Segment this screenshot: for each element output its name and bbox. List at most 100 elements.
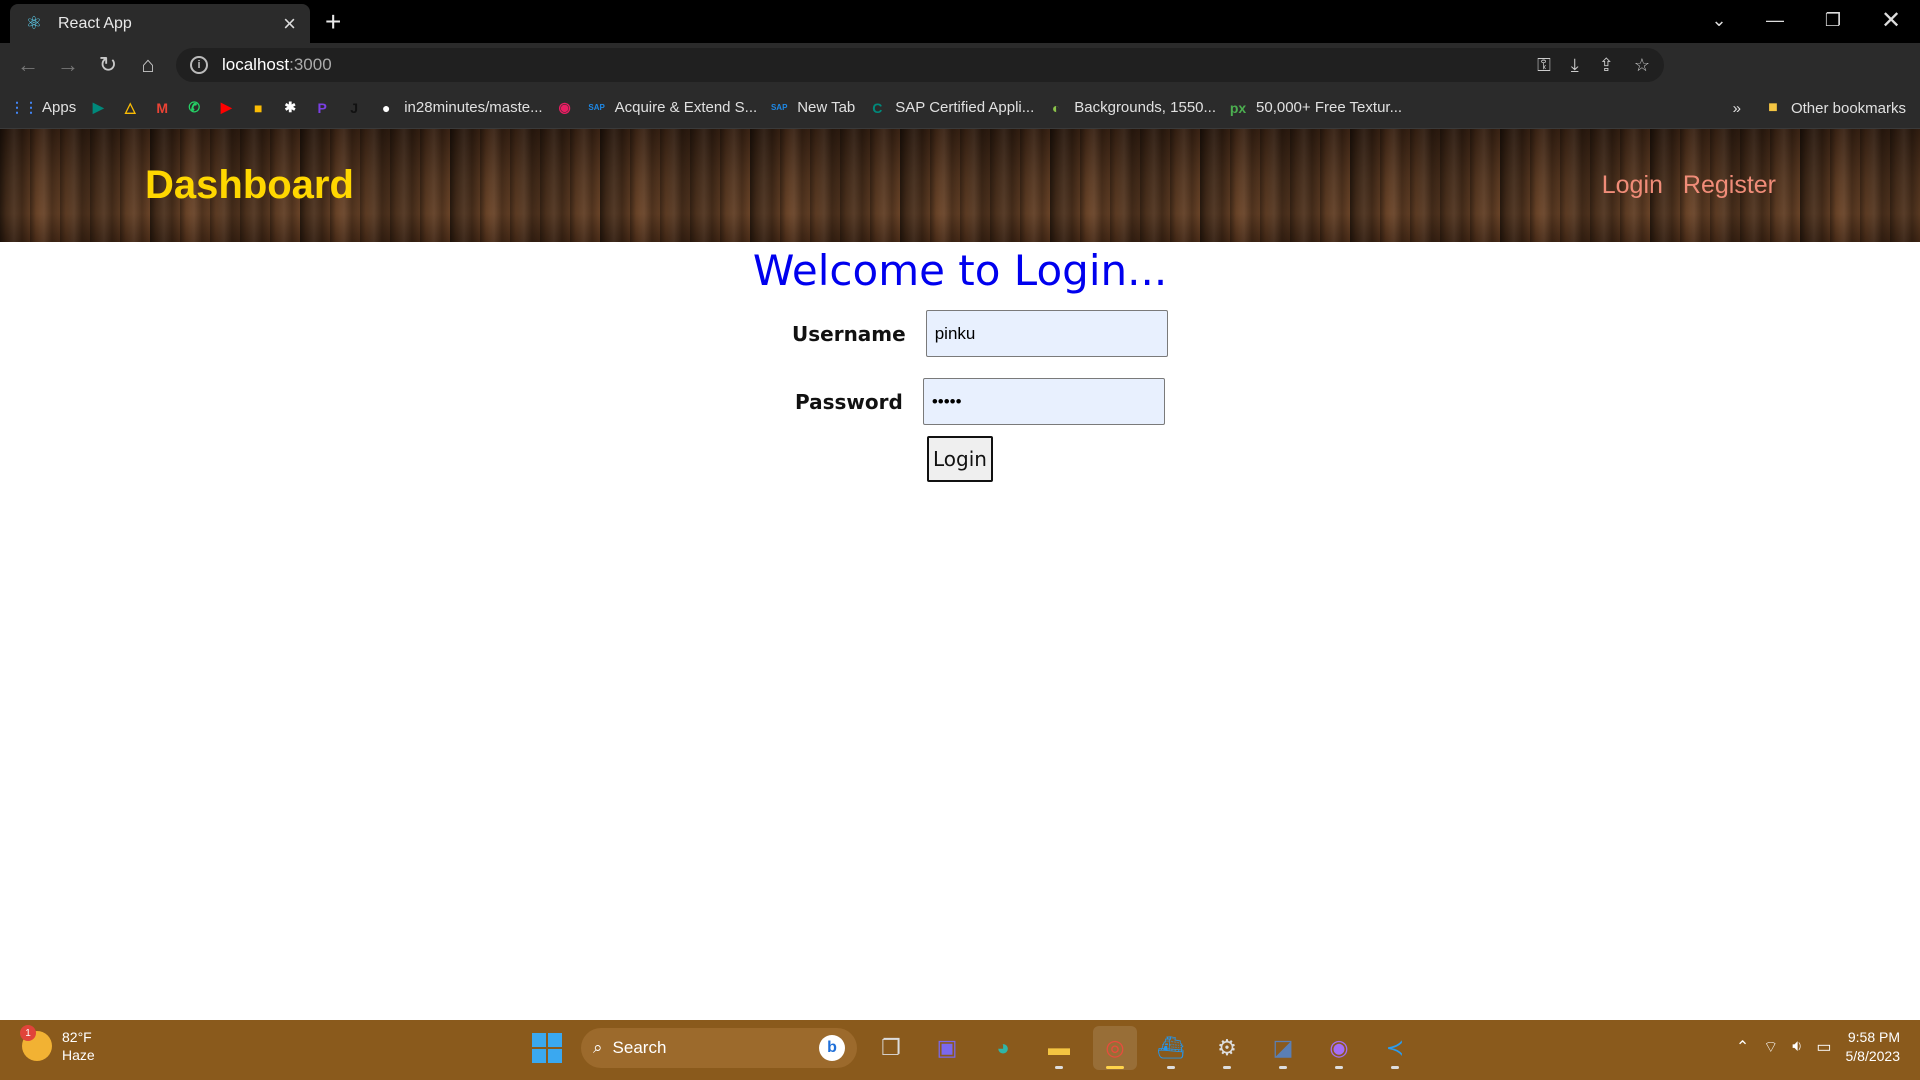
youtube-icon: ▶ bbox=[220, 99, 232, 115]
login-page: Welcome to Login... Username Password Lo… bbox=[0, 242, 1920, 1020]
bookmark-item[interactable]: SAP New Tab bbox=[769, 98, 855, 118]
share-icon[interactable]: ⇪ bbox=[1599, 55, 1614, 76]
j-icon: J bbox=[350, 99, 359, 116]
bookmark-item[interactable]: ● in28minutes/maste... bbox=[376, 98, 543, 118]
weather-haze-icon: 1 bbox=[20, 1025, 52, 1061]
nav-login-link[interactable]: Login bbox=[1602, 171, 1663, 200]
password-input[interactable] bbox=[922, 378, 1165, 425]
eclipse-ide-icon[interactable]: ◪ bbox=[1261, 1026, 1305, 1070]
search-icon: ⌕ bbox=[593, 1038, 603, 1057]
bookmark-item[interactable]: M bbox=[152, 98, 172, 118]
taskbar-clock[interactable]: 9:58 PM 5/8/2023 bbox=[1846, 1028, 1901, 1066]
url-host: localhost bbox=[222, 55, 290, 74]
bookmark-item[interactable]: ⋮⋮ Apps bbox=[10, 98, 76, 118]
chrome-icon[interactable]: ◎ bbox=[1093, 1026, 1137, 1070]
github-desktop-icon[interactable]: ◉ bbox=[1317, 1026, 1361, 1070]
bookmark-label: New Tab bbox=[797, 99, 856, 116]
browser-tab-strip: ⚛ React App × + ⌄ — ❐ ✕ bbox=[0, 0, 1920, 43]
vscode-icon[interactable]: ≺ bbox=[1373, 1026, 1417, 1070]
page-title: Welcome to Login... bbox=[752, 246, 1168, 295]
bookmark-label: Backgrounds, 1550... bbox=[1074, 99, 1217, 116]
login-submit-button[interactable]: Login bbox=[927, 436, 993, 482]
settings-gear-icon[interactable]: ⚙ bbox=[1205, 1026, 1249, 1070]
windows-taskbar: 1 82°F Haze ⌕ Search b ❐ ▣ ◕ ▬ ◎ ⛴ ⚙ ◪ ◉… bbox=[0, 1020, 1920, 1080]
bing-icon[interactable]: b bbox=[819, 1035, 845, 1061]
brand-link[interactable]: Dashboard bbox=[145, 163, 354, 208]
home-button[interactable]: ⌂ bbox=[128, 52, 168, 78]
edge-browser-icon[interactable]: ◕ bbox=[981, 1026, 1025, 1070]
taskbar-search-placeholder: Search bbox=[612, 1038, 667, 1057]
battery-icon[interactable]: ▭ bbox=[1816, 1037, 1831, 1057]
username-input[interactable] bbox=[925, 310, 1168, 357]
wifi-icon[interactable]: ⌔ bbox=[1763, 1037, 1778, 1057]
bookmark-item[interactable]: J bbox=[344, 98, 364, 118]
bookmark-item[interactable]: ▶ bbox=[216, 98, 236, 118]
username-row: Username bbox=[792, 310, 1168, 357]
bookmark-item[interactable]: C SAP Certified Appli... bbox=[867, 98, 1034, 118]
forward-button[interactable]: → bbox=[48, 52, 88, 78]
bookmark-item[interactable]: ◉ bbox=[555, 98, 575, 118]
restore-window-button[interactable]: ❐ bbox=[1808, 0, 1858, 40]
whatsapp-icon: ✆ bbox=[188, 99, 201, 115]
other-bookmarks-label: Other bookmarks bbox=[1790, 99, 1906, 117]
bookmark-label: SAP Certified Appli... bbox=[895, 99, 1035, 116]
close-tab-icon[interactable]: × bbox=[283, 11, 296, 37]
bookmark-item[interactable]: ■ bbox=[248, 98, 268, 118]
bookmark-item[interactable]: SAP Acquire & Extend S... bbox=[587, 98, 758, 118]
minimize-window-button[interactable]: — bbox=[1750, 0, 1800, 40]
address-bar[interactable]: i localhost :3000 ⚿ ⤓ ⇪ ☆ bbox=[176, 48, 1664, 82]
show-hidden-icons-chevron-icon[interactable]: ⌃ bbox=[1736, 1037, 1749, 1057]
bookmark-item[interactable]: ▶ bbox=[88, 98, 108, 118]
sap-icon: SAP bbox=[588, 103, 605, 112]
bookmark-item[interactable]: ✱ bbox=[280, 98, 300, 118]
pinwheel-icon: ✱ bbox=[284, 99, 297, 115]
password-label: Password bbox=[795, 389, 903, 414]
file-explorer-icon[interactable]: ▬ bbox=[1037, 1026, 1081, 1070]
tab-search-chevron-icon[interactable]: ⌄ bbox=[1694, 0, 1744, 40]
bookmark-item[interactable]: ✆ bbox=[184, 98, 204, 118]
bookmarks-overflow-icon[interactable]: » bbox=[1733, 100, 1741, 117]
bookmark-item[interactable]: △ bbox=[120, 98, 140, 118]
url-port: :3000 bbox=[289, 55, 332, 74]
px-icon: px bbox=[1229, 99, 1247, 116]
install-app-icon[interactable]: ⤓ bbox=[1571, 55, 1579, 76]
docker-icon[interactable]: ⛴ bbox=[1149, 1026, 1193, 1070]
github-icon: ● bbox=[381, 99, 391, 116]
weather-desc: Haze bbox=[62, 1047, 95, 1063]
close-window-button[interactable]: ✕ bbox=[1866, 0, 1916, 40]
app-navbar: Dashboard Login Register bbox=[0, 129, 1920, 242]
certification-icon: C bbox=[872, 99, 883, 116]
bookmark-item[interactable]: px 50,000+ Free Textur... bbox=[1228, 98, 1402, 118]
google-keep-icon: ■ bbox=[253, 99, 263, 116]
taskbar-search[interactable]: ⌕ Search b bbox=[581, 1028, 857, 1068]
camera-app-icon: ◉ bbox=[558, 99, 571, 115]
new-tab-button[interactable]: + bbox=[325, 6, 341, 38]
clock-time: 9:58 PM bbox=[1847, 1029, 1900, 1045]
other-bookmarks-folder[interactable]: ■ Other bookmarks bbox=[1763, 98, 1906, 118]
bookmark-label: in28minutes/maste... bbox=[404, 99, 543, 116]
bookmark-star-icon[interactable]: ☆ bbox=[1634, 55, 1650, 76]
bookmark-item[interactable]: ◐ Backgrounds, 1550... bbox=[1046, 98, 1216, 118]
password-key-icon[interactable]: ⚿ bbox=[1537, 55, 1551, 76]
clock-date: 5/8/2023 bbox=[1845, 1048, 1901, 1064]
weather-widget[interactable]: 1 82°F Haze bbox=[20, 1025, 95, 1064]
teams-chat-icon[interactable]: ▣ bbox=[925, 1026, 969, 1070]
bookmarks-bar: ⋮⋮ Apps ▶ △ M ✆ ▶ ■ ✱ P J ● in28minutes/maste... ◉ SAP… bbox=[0, 87, 1920, 129]
apps-grid-icon: ⋮⋮ bbox=[10, 99, 38, 115]
react-icon: ⚛ bbox=[25, 13, 43, 33]
google-drive-icon: △ bbox=[124, 99, 136, 115]
browser-tab[interactable]: ⚛ React App × bbox=[10, 4, 310, 43]
volume-icon[interactable]: 🔉︎ bbox=[1792, 1038, 1802, 1056]
backgrounds-icon: ◐ bbox=[1052, 99, 1061, 116]
bookmark-item[interactable]: P bbox=[312, 98, 332, 118]
back-button[interactable]: ← bbox=[8, 52, 48, 78]
start-button[interactable] bbox=[525, 1026, 569, 1070]
bookmark-label: Acquire & Extend S... bbox=[614, 99, 758, 116]
reload-button[interactable]: ↻ bbox=[88, 52, 128, 78]
nav-register-link[interactable]: Register bbox=[1683, 171, 1776, 200]
sap-icon: SAP bbox=[770, 103, 788, 112]
site-info-icon[interactable]: i bbox=[190, 56, 208, 74]
gmail-icon: M bbox=[156, 99, 169, 116]
folder-icon: ■ bbox=[1768, 99, 1778, 116]
task-view-icon[interactable]: ❐ bbox=[869, 1026, 913, 1070]
